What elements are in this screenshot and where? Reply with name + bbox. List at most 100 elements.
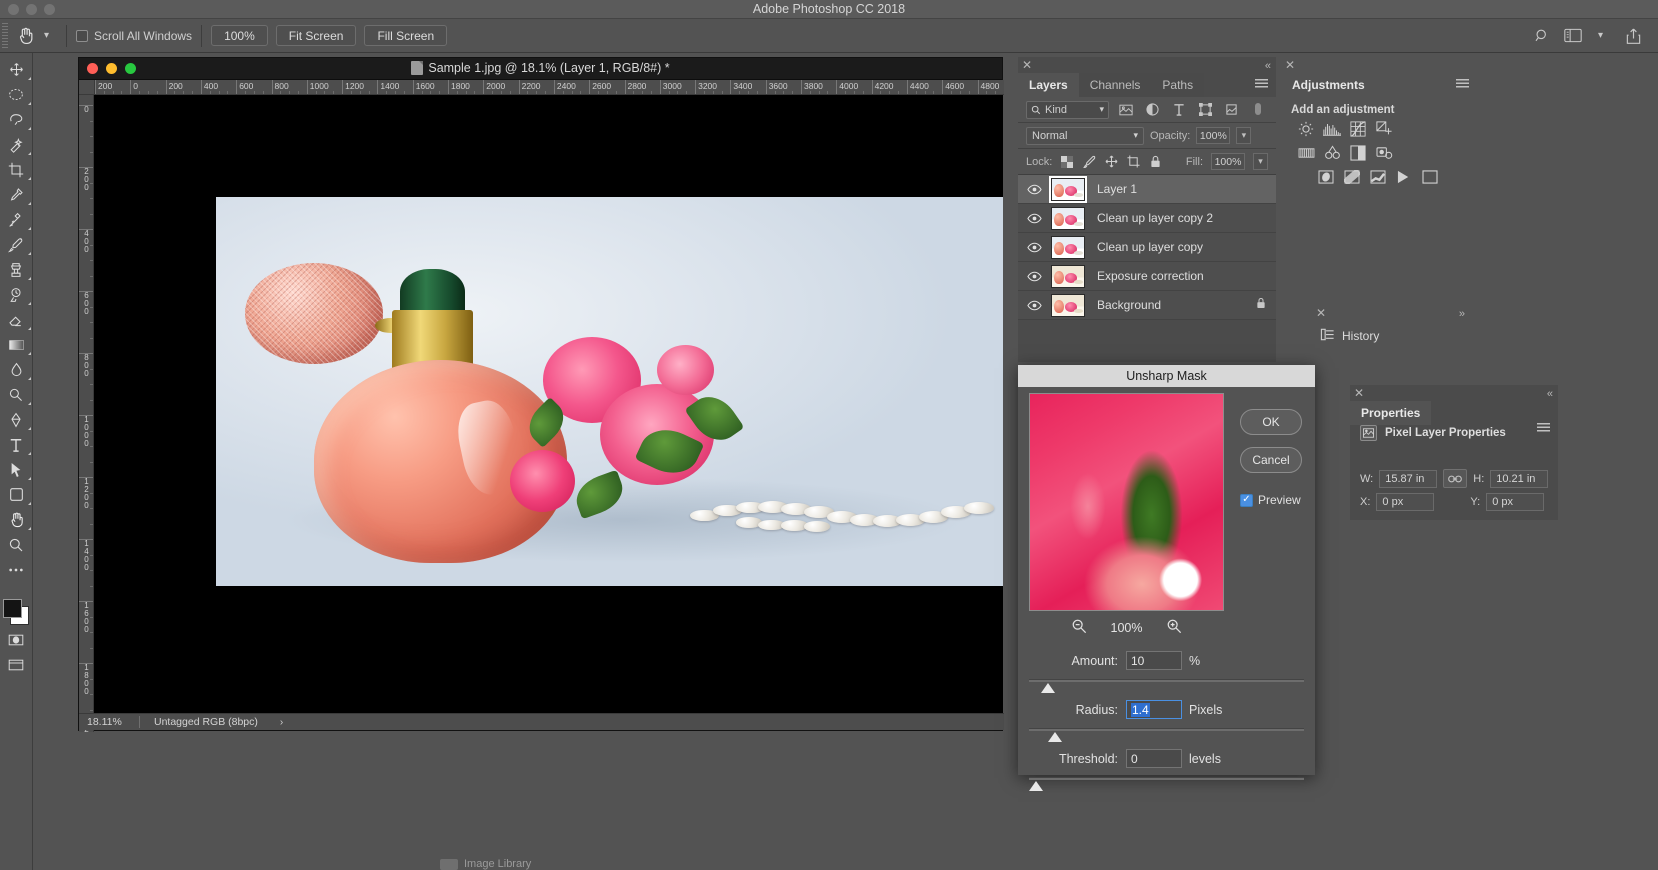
gradient-tool[interactable] xyxy=(0,332,33,357)
shape-filter-icon[interactable] xyxy=(1196,101,1215,119)
panel-menu-icon[interactable] xyxy=(1255,79,1268,89)
close-icon[interactable]: ✕ xyxy=(1354,387,1364,399)
layer-thumbnail[interactable] xyxy=(1051,206,1085,230)
more-tools-button[interactable] xyxy=(0,557,33,582)
foreground-color-swatch[interactable] xyxy=(3,599,22,618)
exposure-icon[interactable] xyxy=(1375,120,1393,137)
zoom-level-field[interactable]: 18.11% xyxy=(79,716,139,728)
layer-filter-kind-select[interactable]: Kind ▾ xyxy=(1026,100,1110,119)
move-tool[interactable] xyxy=(0,57,33,82)
color-balance-icon[interactable] xyxy=(1349,144,1367,161)
amount-slider-handle[interactable] xyxy=(1041,683,1055,693)
hand-tool-sidebar[interactable] xyxy=(0,507,33,532)
eraser-tool[interactable] xyxy=(0,307,33,332)
collapse-panel-icon[interactable]: « xyxy=(1547,388,1553,400)
blend-mode-select[interactable]: Normal ▾ xyxy=(1026,126,1144,145)
threshold-input[interactable]: 0 xyxy=(1126,749,1182,768)
crop-tool[interactable] xyxy=(0,157,33,182)
lock-image-icon[interactable] xyxy=(1082,155,1096,169)
threshold-slider-track[interactable] xyxy=(1029,777,1304,780)
curves-icon[interactable] xyxy=(1349,120,1367,137)
radius-slider-track[interactable] xyxy=(1029,728,1304,731)
fill-chevron-icon[interactable]: ▾ xyxy=(1253,153,1268,170)
levels-icon[interactable] xyxy=(1323,120,1341,137)
layer-visibility-toggle[interactable] xyxy=(1018,242,1051,253)
canvas-area[interactable] xyxy=(94,95,1003,714)
panel-menu-icon[interactable] xyxy=(1456,79,1469,89)
filter-preview-thumbnail[interactable] xyxy=(1029,393,1224,611)
preview-checkbox[interactable]: ✓ Preview xyxy=(1240,493,1301,507)
height-field[interactable]: 10.21 in xyxy=(1490,469,1549,488)
eyedropper-tool[interactable] xyxy=(0,182,33,207)
fill-input[interactable]: 100% xyxy=(1211,153,1245,170)
pen-tool[interactable] xyxy=(0,407,33,432)
threshold-icon[interactable] xyxy=(1369,168,1387,185)
vibrance-icon[interactable] xyxy=(1297,144,1315,161)
tool-preset-chevron-icon[interactable]: ▾ xyxy=(44,30,49,41)
opacity-input[interactable]: 100% xyxy=(1196,127,1231,144)
table-row[interactable]: Layer 1 xyxy=(1018,175,1276,204)
lock-position-icon[interactable] xyxy=(1104,155,1118,169)
tab-paths[interactable]: Paths xyxy=(1151,73,1205,97)
tab-properties[interactable]: Properties xyxy=(1350,401,1432,425)
tab-channels[interactable]: Channels xyxy=(1078,73,1152,97)
share-icon[interactable] xyxy=(1625,27,1642,45)
checkbox-box[interactable] xyxy=(76,29,89,42)
quick-selection-tool[interactable] xyxy=(0,132,33,157)
close-icon[interactable]: ✕ xyxy=(1316,307,1326,319)
chevron-down-icon[interactable]: ▾ xyxy=(1598,30,1603,41)
chevron-down-icon[interactable]: ▾ xyxy=(1133,130,1138,141)
smart-object-filter-icon[interactable] xyxy=(1222,101,1241,119)
history-brush-tool[interactable] xyxy=(0,282,33,307)
table-row[interactable]: Clean up layer copy 2 xyxy=(1018,204,1276,233)
lock-all-icon[interactable] xyxy=(1148,155,1162,169)
status-expand-arrow-icon[interactable]: › xyxy=(258,717,283,728)
amount-input[interactable]: 10 xyxy=(1126,651,1182,670)
gradient-map-icon[interactable] xyxy=(1395,168,1413,185)
type-filter-icon[interactable] xyxy=(1169,101,1188,119)
layer-visibility-toggle[interactable] xyxy=(1018,184,1051,195)
tab-history[interactable]: History xyxy=(1320,327,1379,345)
dodge-tool[interactable] xyxy=(0,382,33,407)
radius-slider-handle[interactable] xyxy=(1048,732,1062,742)
fill-screen-button[interactable]: Fill Screen xyxy=(364,25,448,46)
chevron-down-icon[interactable]: ▾ xyxy=(1100,104,1105,115)
tab-adjustments[interactable]: Adjustments xyxy=(1281,73,1376,97)
layer-thumbnail[interactable] xyxy=(1049,175,1087,203)
zoom-out-icon[interactable] xyxy=(1071,618,1087,639)
fit-screen-button[interactable]: Fit Screen xyxy=(275,25,357,46)
lock-transparency-icon[interactable] xyxy=(1060,155,1074,169)
image-canvas[interactable] xyxy=(216,197,1003,586)
layer-visibility-toggle[interactable] xyxy=(1018,213,1051,224)
marquee-tool[interactable] xyxy=(0,82,33,107)
close-icon[interactable]: ✕ xyxy=(1285,59,1295,71)
clone-stamp-tool[interactable] xyxy=(0,257,33,282)
adjustment-filter-icon[interactable] xyxy=(1143,101,1162,119)
y-field[interactable]: 0 px xyxy=(1486,493,1545,511)
quick-mask-tool[interactable] xyxy=(0,627,33,652)
checkbox-checked-icon[interactable]: ✓ xyxy=(1240,493,1253,507)
panel-menu-icon[interactable] xyxy=(1537,423,1550,433)
workspace-icon[interactable] xyxy=(1564,28,1582,43)
black-white-icon[interactable] xyxy=(1375,144,1393,161)
layer-thumbnail[interactable] xyxy=(1051,264,1085,288)
layer-visibility-toggle[interactable] xyxy=(1018,271,1051,282)
layer-visibility-toggle[interactable] xyxy=(1018,300,1051,311)
pixel-filter-icon[interactable] xyxy=(1116,101,1135,119)
table-row[interactable]: Background xyxy=(1018,291,1276,320)
expand-panel-icon[interactable]: » xyxy=(1459,308,1465,320)
zoom-100-button[interactable]: 100% xyxy=(211,25,268,46)
path-selection-tool[interactable] xyxy=(0,457,33,482)
hand-tool-icon[interactable] xyxy=(8,26,42,45)
ok-button[interactable]: OK xyxy=(1240,409,1302,435)
table-row[interactable]: Exposure correction xyxy=(1018,262,1276,291)
vertical-ruler[interactable]: 0200400600800100012001400160018002000 xyxy=(79,95,94,732)
radius-input[interactable]: 1.4 xyxy=(1126,700,1182,719)
brush-tool[interactable] xyxy=(0,232,33,257)
lasso-tool[interactable] xyxy=(0,107,33,132)
close-icon[interactable]: ✕ xyxy=(1022,59,1032,71)
color-swatches[interactable] xyxy=(1,597,31,627)
invert-icon[interactable] xyxy=(1317,168,1335,185)
cancel-button[interactable]: Cancel xyxy=(1240,447,1302,473)
table-row[interactable]: Clean up layer copy xyxy=(1018,233,1276,262)
